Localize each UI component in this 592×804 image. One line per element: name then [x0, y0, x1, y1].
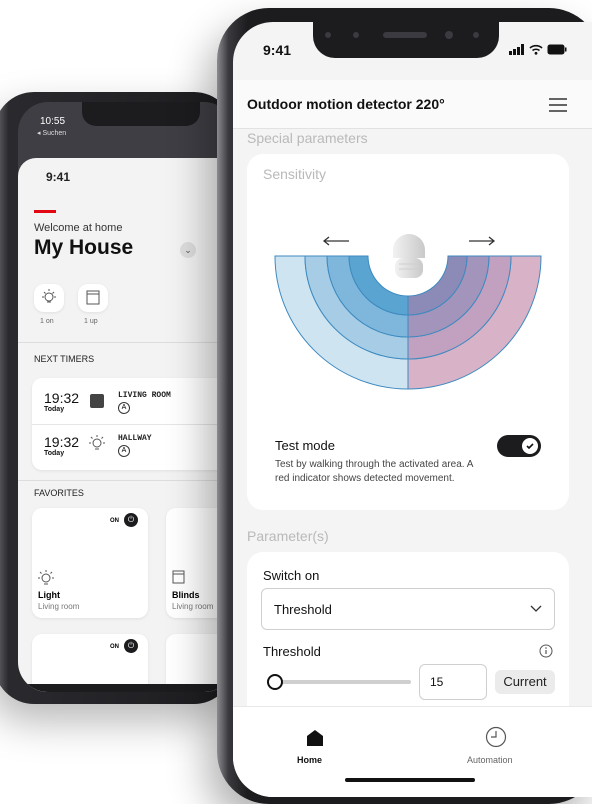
current-button[interactable]: Current: [495, 670, 555, 694]
tab-automation[interactable]: Automation: [465, 726, 529, 774]
test-mode-label: Test mode: [275, 438, 335, 453]
switch-on-value: Threshold: [274, 602, 332, 617]
blind-icon: [172, 570, 185, 584]
sensitivity-title: Sensitivity: [263, 166, 327, 182]
bulb-icon: [38, 570, 54, 585]
timer-room: HALLWAY: [118, 434, 152, 443]
motion-sensor-icon: [393, 234, 425, 278]
quick-label: 1 on: [40, 318, 54, 325]
power-icon[interactable]: ⏻: [124, 639, 138, 653]
favorite-card-light[interactable]: ON ⏻ Light Living room: [32, 508, 148, 618]
favorite-name: Blinds: [172, 590, 200, 600]
back-phone-screen: 10:55 ◂ Suchen 9:41 Welcome at home My H…: [18, 102, 234, 692]
tab-home[interactable]: Home: [295, 728, 335, 774]
checkmark-icon: [522, 438, 538, 454]
quick-tile-lights[interactable]: [34, 284, 64, 312]
accent-bar: [34, 210, 56, 213]
timer-room: LIVING ROOM: [118, 391, 171, 400]
chevron-down-icon[interactable]: ⌄: [180, 242, 196, 258]
favorite-name: Light: [38, 590, 60, 600]
favorite-room: Living room: [38, 602, 80, 611]
home-indicator: [345, 778, 475, 782]
timer-time: 19:32: [44, 390, 80, 406]
arrow-right-icon: [469, 236, 496, 246]
timer-day: Today: [44, 406, 65, 413]
back-screen-bottom: [18, 684, 234, 692]
timers-card: 19:32 Today LIVING ROOM A 19:32 Today HA…: [32, 378, 234, 470]
quick-label: 1 up: [84, 318, 98, 325]
status-time: 9:41: [263, 42, 292, 58]
wifi-icon: [529, 44, 543, 55]
welcome-text: Welcome at home: [34, 222, 123, 234]
auto-mode-icon: A: [118, 402, 130, 414]
back-status-time: 10:55: [40, 116, 66, 127]
bulb-icon: [42, 289, 56, 303]
threshold-value-input[interactable]: 15: [419, 664, 487, 700]
test-mode-toggle[interactable]: [497, 435, 541, 457]
page-title: Outdoor motion detector 220°: [247, 96, 445, 112]
auto-mode-icon: A: [118, 445, 130, 457]
parameters-title: Parameter(s): [247, 528, 329, 544]
clock-icon: [485, 726, 507, 748]
quick-tile-blinds[interactable]: [78, 284, 108, 312]
threshold-value: 15: [430, 675, 444, 689]
home-icon: [307, 730, 323, 746]
chevron-down-icon: [530, 605, 542, 612]
next-timers-title: NEXT TIMERS: [34, 354, 95, 364]
signal-icon: [509, 44, 524, 55]
blind-icon: [90, 394, 104, 408]
special-parameters-title: Special parameters: [247, 130, 368, 146]
info-icon[interactable]: [539, 644, 553, 658]
switch-on-label: Switch on: [263, 568, 320, 583]
back-header-time: 9:41: [46, 170, 71, 184]
hamburger-menu-icon[interactable]: [549, 98, 567, 112]
back-link[interactable]: ◂ Suchen: [37, 129, 66, 137]
timer-day: Today: [44, 450, 65, 457]
switch-on-select[interactable]: Threshold: [261, 588, 555, 630]
battery-icon: [547, 44, 567, 55]
front-notch: [313, 22, 499, 58]
divider: [18, 342, 234, 343]
tab-label: Home: [297, 755, 323, 765]
tab-label: Automation: [467, 755, 513, 765]
blind-icon: [86, 290, 100, 305]
house-name: My House: [34, 236, 134, 259]
divider: [18, 480, 234, 481]
bulb-icon: [89, 435, 105, 450]
power-state-label: ON: [110, 518, 119, 524]
favorites-title: FAVORITES: [34, 488, 84, 498]
back-app-view: 9:41 Welcome at home My House ⌄ 1 on 1 u…: [18, 158, 234, 692]
threshold-slider-track[interactable]: [267, 680, 411, 684]
timer-time: 19:32: [44, 434, 80, 450]
back-notch: [82, 102, 200, 126]
status-icons: [509, 44, 567, 55]
arrow-left-icon: [322, 236, 349, 246]
power-icon[interactable]: ⏻: [124, 513, 138, 527]
sensitivity-card: Sensitivity Test mode Test by walking th…: [247, 154, 569, 510]
favorite-room: Living room: [172, 602, 214, 611]
threshold-slider-handle[interactable]: [267, 674, 283, 690]
threshold-label: Threshold: [263, 644, 321, 659]
tab-bar: [233, 706, 592, 797]
test-mode-description: Test by walking through the activated ar…: [275, 459, 473, 484]
front-phone-screen: 9:41 Outdoor motion detector 220° Specia…: [233, 22, 592, 797]
parameters-card: Switch on Threshold Threshold 15 Current: [247, 552, 569, 732]
power-state-label: ON: [110, 644, 119, 650]
divider: [32, 424, 234, 425]
